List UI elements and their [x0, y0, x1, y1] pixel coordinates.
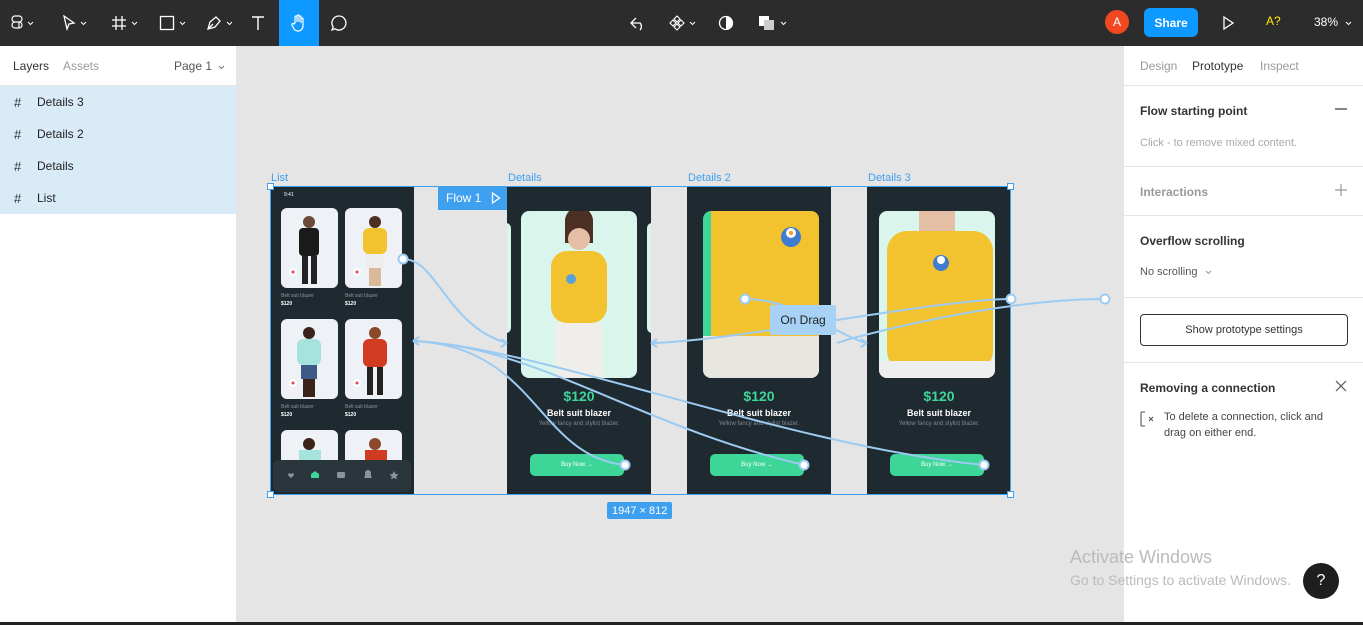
frame-icon: #	[14, 158, 22, 174]
layer-name: List	[37, 191, 56, 205]
chevron-down-icon	[1205, 270, 1211, 275]
connection-wire	[412, 340, 626, 466]
prototype-connections	[397, 253, 1111, 471]
page-name: Page 1	[174, 59, 213, 73]
chevron-down-icon	[27, 21, 33, 25]
share-button[interactable]: Share	[1144, 8, 1198, 37]
overflow-scrolling-section: Overflow scrolling No scrolling	[1124, 216, 1363, 298]
interactions-section: Interactions	[1124, 167, 1363, 216]
connection-wire	[836, 298, 1106, 344]
mask-button[interactable]	[712, 0, 740, 46]
activation-watermark-text: Go to Settings to activate Windows.	[1070, 572, 1291, 588]
flow-start-tag[interactable]: Flow 1	[438, 186, 507, 210]
shape-tool-button[interactable]	[154, 0, 190, 46]
frame-icon: #	[14, 190, 22, 206]
flow-starting-point-section: Flow starting point Click - to remove mi…	[1124, 86, 1363, 167]
layer-item-details-3[interactable]: # Details 3	[0, 86, 236, 118]
layer-item-details[interactable]: # Details	[0, 150, 236, 182]
activation-watermark-title: Activate Windows	[1070, 547, 1213, 567]
tab-prototype[interactable]: Prototype	[1192, 59, 1243, 73]
minus-icon[interactable]	[1335, 108, 1347, 110]
connection-wire	[412, 340, 805, 466]
toolbar: A Share A? 38%	[0, 0, 1363, 46]
section-title: Overflow scrolling	[1140, 234, 1245, 248]
interaction-label[interactable]: On Drag	[770, 305, 836, 335]
contrast-icon	[718, 15, 734, 31]
dimensions-badge: 1947 × 812	[607, 502, 673, 519]
tab-design[interactable]: Design	[1140, 59, 1177, 73]
layer-name: Details 3	[37, 95, 84, 109]
component-button[interactable]	[664, 0, 700, 46]
chevron-down-icon	[219, 65, 225, 70]
detach-button[interactable]	[624, 0, 652, 46]
close-icon[interactable]	[1335, 380, 1347, 392]
tip-text: To delete a connection, click and drag o…	[1164, 411, 1323, 439]
layer-name: Details	[37, 159, 74, 173]
zoom-value: 38%	[1314, 15, 1339, 29]
accessibility-check-button[interactable]: A?	[1266, 14, 1281, 28]
connection-wire	[412, 340, 985, 466]
rectangle-icon	[159, 15, 174, 31]
pen-tool-button[interactable]	[200, 0, 238, 46]
chevron-down-icon	[226, 21, 232, 25]
tab-inspect[interactable]: Inspect	[1260, 59, 1299, 73]
cursor-icon	[62, 15, 76, 31]
zoom-dropdown[interactable]: 38%	[1314, 15, 1352, 29]
undo-arrow-icon	[630, 17, 643, 31]
canvas[interactable]: List Details Details 2 Details 3 9:41 Be…	[237, 46, 1123, 625]
layer-name: Details 2	[37, 127, 84, 141]
comment-tool-button[interactable]	[324, 0, 354, 46]
chevron-down-icon	[179, 21, 185, 25]
text-tool-button[interactable]	[244, 0, 272, 46]
plus-icon[interactable]	[1335, 184, 1347, 196]
layer-item-details-2[interactable]: # Details 2	[0, 118, 236, 150]
tip-title: Removing a connection	[1140, 381, 1276, 395]
hand-icon	[291, 14, 304, 32]
present-button[interactable]	[1216, 0, 1240, 46]
overflow-value: No scrolling	[1140, 266, 1198, 278]
tab-assets[interactable]: Assets	[63, 59, 99, 73]
chevron-down-icon	[780, 21, 786, 25]
chevron-down-icon	[689, 21, 695, 25]
avatar[interactable]: A	[1105, 10, 1129, 34]
left-panel-tabs: Layers Assets Page 1	[0, 46, 236, 86]
play-icon	[1223, 16, 1234, 30]
component-icon	[668, 15, 685, 31]
main-menu-button[interactable]	[4, 0, 40, 46]
help-button[interactable]: ?	[1303, 563, 1339, 599]
figma-logo-icon	[10, 15, 23, 29]
layer-list: # Details 3 # Details 2 # Details # List	[0, 86, 236, 214]
frame-icon	[111, 16, 126, 30]
properties-panel: Design Prototype Inspect Flow starting p…	[1123, 46, 1363, 625]
frame-icon: #	[14, 94, 22, 110]
section-title: Interactions	[1140, 185, 1209, 199]
play-icon[interactable]	[491, 192, 501, 204]
connection-wire	[402, 258, 508, 344]
show-prototype-settings-button[interactable]: Show prototype settings	[1140, 314, 1348, 346]
move-tool-button[interactable]	[54, 0, 94, 46]
tab-layers[interactable]: Layers	[13, 59, 49, 73]
boolean-button[interactable]	[752, 0, 792, 46]
chevron-down-icon	[1346, 21, 1352, 26]
frame-icon: #	[14, 126, 22, 142]
boolean-union-icon	[758, 16, 774, 30]
layers-panel: Layers Assets Page 1 # Details 3 # Details…	[0, 46, 237, 625]
layer-item-list[interactable]: # List	[0, 182, 236, 214]
frame-tool-button[interactable]	[104, 0, 144, 46]
pen-icon	[206, 16, 221, 30]
right-panel-tabs: Design Prototype Inspect	[1124, 46, 1363, 86]
page-selector[interactable]: Page 1	[174, 59, 225, 73]
section-hint: Click - to remove mixed content.	[1140, 137, 1298, 149]
hand-tool-button[interactable]	[279, 0, 319, 46]
chevron-down-icon	[131, 21, 137, 25]
removing-connection-tip: Removing a connection To delete a connec…	[1124, 363, 1363, 483]
overflow-dropdown[interactable]: No scrolling	[1140, 266, 1212, 278]
section-title: Flow starting point	[1140, 104, 1248, 118]
flow-name: Flow 1	[446, 191, 482, 205]
comment-icon	[330, 15, 347, 32]
text-icon	[252, 16, 264, 30]
prototype-settings-section: Show prototype settings	[1124, 298, 1363, 363]
chevron-down-icon	[80, 21, 86, 25]
disconnect-icon	[1140, 411, 1154, 427]
